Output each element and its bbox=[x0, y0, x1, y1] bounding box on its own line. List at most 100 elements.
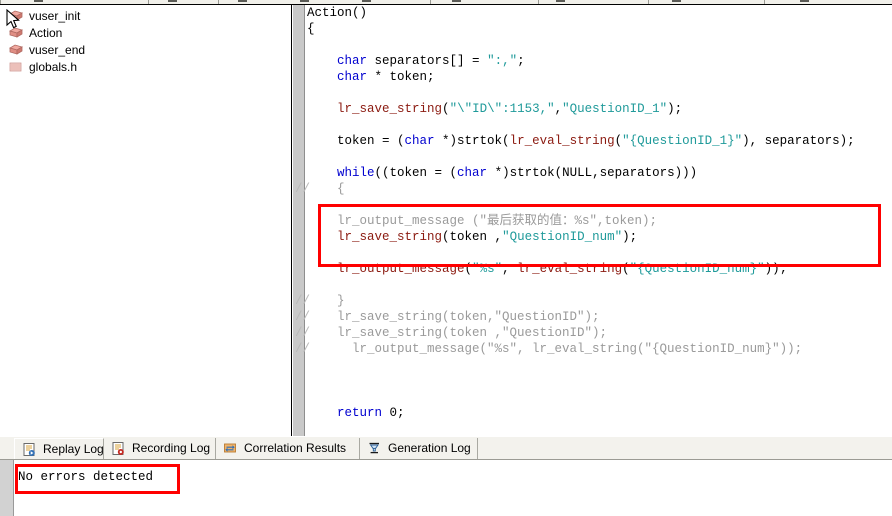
toolbar-button[interactable] bbox=[452, 0, 461, 2]
code-token: return bbox=[337, 406, 383, 420]
toolbar-button[interactable] bbox=[168, 0, 177, 2]
code-token: * token; bbox=[367, 70, 435, 84]
tree-item-vuser-init[interactable]: vuser_init bbox=[0, 7, 291, 24]
log-tab-bar[interactable]: Replay Log Recording Log Correlation Res… bbox=[0, 436, 892, 460]
code-line: lr_output_message("%s", lr_eval_string("… bbox=[307, 261, 892, 277]
code-token: (token , bbox=[442, 230, 503, 244]
code-token: , bbox=[502, 262, 518, 276]
toolbar-group bbox=[218, 0, 432, 4]
comment-marker: // bbox=[295, 182, 311, 196]
code-line: { bbox=[307, 21, 892, 37]
action-brick-icon bbox=[8, 9, 24, 23]
editor-gutter[interactable] bbox=[293, 5, 305, 436]
code-token: char bbox=[337, 54, 368, 68]
code-line: // } bbox=[295, 293, 892, 309]
toolbar-button[interactable] bbox=[800, 0, 809, 2]
code-token: char bbox=[404, 134, 435, 148]
tab-recording-log[interactable]: Recording Log bbox=[104, 438, 216, 459]
code-token: ( bbox=[614, 134, 623, 148]
toolbar-button[interactable] bbox=[556, 0, 565, 2]
code-token: char bbox=[457, 166, 488, 180]
toolbar-button[interactable] bbox=[672, 0, 681, 2]
code-token: 0; bbox=[382, 406, 405, 420]
code-token: lr_output_message ("最后获取的值：%s",token); bbox=[307, 214, 658, 228]
comment-marker: // bbox=[295, 342, 311, 356]
tree-item-vuser-end[interactable]: vuser_end bbox=[0, 41, 291, 58]
code-line: Action() bbox=[307, 5, 892, 21]
header-file-icon bbox=[8, 60, 24, 74]
toolbar-button[interactable] bbox=[238, 0, 247, 2]
code-line: lr_save_string(token ,"QuestionID_num"); bbox=[307, 229, 892, 245]
tab-label: Correlation Results bbox=[244, 441, 347, 455]
tab-generation-log[interactable]: Generation Log bbox=[360, 438, 478, 459]
action-brick-icon bbox=[8, 26, 24, 40]
code-token: "{QuestionID_num}" bbox=[629, 262, 765, 276]
tree-item-globals-h[interactable]: globals.h bbox=[0, 58, 291, 75]
code-line: while((token = (char *)strtok(NULL,separ… bbox=[307, 165, 892, 181]
code-token: { bbox=[307, 22, 315, 36]
code-token: { bbox=[307, 182, 345, 196]
code-token: ; bbox=[517, 54, 525, 68]
code-token: "{QuestionID_1}" bbox=[622, 134, 743, 148]
code-token: ((token = ( bbox=[374, 166, 458, 180]
toolbar-button[interactable] bbox=[362, 0, 371, 2]
code-token: lr_eval_string bbox=[517, 262, 623, 276]
toolbar-group bbox=[764, 0, 892, 4]
tab-label: Recording Log bbox=[132, 441, 211, 455]
log-gutter bbox=[0, 460, 14, 516]
replay-log-icon bbox=[22, 442, 37, 457]
tab-correlation-results[interactable]: Correlation Results bbox=[216, 438, 360, 459]
code-token: , bbox=[554, 102, 563, 116]
toolbar-group bbox=[148, 0, 220, 4]
code-token: Action() bbox=[307, 6, 368, 20]
code-line: lr_save_string("\"ID\":1153,","QuestionI… bbox=[307, 101, 892, 117]
code-editor-pane[interactable]: Action() { char separators[] = ":,"; char… bbox=[293, 5, 892, 436]
tree-item-label: vuser_end bbox=[29, 42, 86, 57]
recording-log-icon bbox=[111, 441, 126, 456]
toolbar-button[interactable] bbox=[300, 0, 309, 2]
log-message: No errors detected bbox=[18, 470, 154, 484]
workspace: vuser_init Action vuser_end globals.h Ac… bbox=[0, 5, 892, 436]
code-line: // lr_save_string(token,"QuestionID"); bbox=[295, 309, 892, 325]
code-token: lr_save_string(token ,"QuestionID"); bbox=[307, 326, 608, 340]
comment-marker: // bbox=[295, 294, 311, 308]
code-line: char separators[] = ":,"; bbox=[307, 53, 892, 69]
code-token: lr_output_message("%s", lr_eval_string("… bbox=[307, 342, 803, 356]
code-token: separators[] = bbox=[367, 54, 488, 68]
code-token: ); bbox=[622, 230, 638, 244]
tree-item-label: vuser_init bbox=[29, 8, 81, 23]
tree-item-label: Action bbox=[29, 25, 63, 40]
comment-marker: // bbox=[295, 326, 311, 340]
tab-replay-log[interactable]: Replay Log bbox=[14, 438, 104, 459]
script-tree-pane[interactable]: vuser_init Action vuser_end globals.h bbox=[0, 5, 292, 436]
code-token: *)strtok( bbox=[434, 134, 510, 148]
code-token: lr_eval_string bbox=[509, 134, 615, 148]
toolbar-button[interactable] bbox=[34, 0, 43, 2]
replay-log-pane[interactable]: No errors detected bbox=[0, 460, 892, 516]
code-text[interactable]: Action() { char separators[] = ":,"; char… bbox=[295, 5, 892, 436]
code-line: return 0; bbox=[307, 405, 892, 421]
code-token: while bbox=[337, 166, 375, 180]
correlation-results-icon bbox=[223, 441, 238, 456]
code-line: // { bbox=[295, 181, 892, 197]
script-tree-list[interactable]: vuser_init Action vuser_end globals.h bbox=[0, 7, 291, 75]
code-token: ); bbox=[667, 102, 683, 116]
code-token: "%s" bbox=[472, 262, 503, 276]
tab-label: Generation Log bbox=[388, 441, 471, 455]
generation-log-icon bbox=[367, 441, 382, 456]
code-token: lr_output_message bbox=[337, 262, 465, 276]
code-token: ( bbox=[622, 262, 630, 276]
tree-item-label: globals.h bbox=[29, 59, 78, 74]
code-token: token = ( bbox=[307, 134, 405, 148]
tree-item-action[interactable]: Action bbox=[0, 24, 291, 41]
code-token: "QuestionID_1" bbox=[562, 102, 668, 116]
